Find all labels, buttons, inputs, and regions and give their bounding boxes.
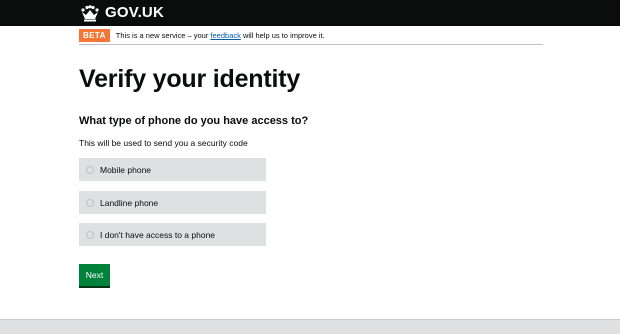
radio-option-landline[interactable]: Landline phone — [79, 191, 266, 214]
radio-label-mobile: Mobile phone — [100, 164, 152, 175]
question-heading: What type of phone do you have access to… — [79, 115, 309, 127]
hint-text: This will be used to send you a security… — [79, 138, 248, 148]
phase-text-after: will help us to improve it. — [240, 30, 325, 40]
next-button[interactable]: Next — [79, 264, 110, 286]
radio-button[interactable] — [86, 198, 94, 207]
beta-tag: BETA — [79, 29, 110, 42]
site-header: GOV.UK — [0, 0, 620, 26]
phase-banner-text: This is a new service – your feedback wi… — [116, 31, 325, 41]
govuk-logo-link[interactable]: GOV.UK — [80, 3, 164, 23]
radio-button[interactable] — [86, 165, 94, 174]
site-footer — [0, 319, 620, 334]
feedback-link[interactable]: feedback — [210, 31, 240, 40]
radio-option-no-phone[interactable]: I don't have access to a phone — [79, 223, 266, 246]
radio-label-no-phone: I don't have access to a phone — [100, 229, 216, 240]
page-title: Verify your identity — [79, 65, 301, 93]
phase-banner: BETA This is a new service – your feedba… — [79, 27, 543, 45]
logo-text: GOV.UK — [105, 4, 164, 21]
radio-option-mobile[interactable]: Mobile phone — [79, 158, 266, 181]
radio-label-landline: Landline phone — [100, 197, 159, 208]
radio-button[interactable] — [86, 230, 94, 239]
crown-icon — [81, 4, 99, 21]
phase-text-before: This is a new service – your — [115, 30, 211, 40]
